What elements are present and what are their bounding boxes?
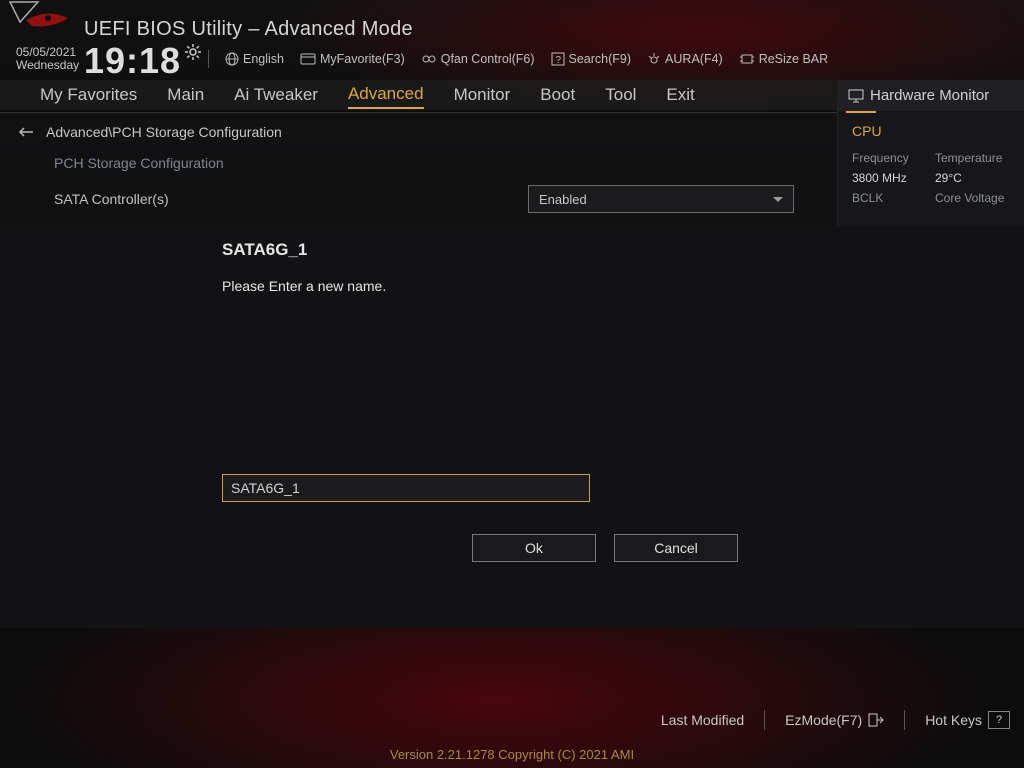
footer: Last Modified EzMode(F7) Hot Keys ? Vers… — [0, 698, 1024, 768]
modal-message: Please Enter a new name. — [222, 278, 802, 294]
divider — [904, 710, 905, 730]
header: UEFI BIOS Utility – Advanced Mode 05/05/… — [0, 0, 1024, 75]
rog-logo — [8, 0, 78, 45]
footer-links: Last Modified EzMode(F7) Hot Keys ? — [661, 710, 1010, 730]
hwmon-freq-value: 3800 MHz — [852, 171, 927, 185]
resizebar-label: ReSize BAR — [759, 52, 828, 66]
aura-button[interactable]: AURA(F4) — [647, 52, 723, 66]
date-block: 05/05/2021 Wednesday — [16, 46, 79, 72]
aura-label: AURA(F4) — [665, 52, 723, 66]
divider — [208, 50, 209, 68]
hotkeys-label: Hot Keys — [925, 712, 982, 728]
rename-input[interactable] — [222, 474, 590, 502]
version-text: Version 2.21.1278 Copyright (C) 2021 AMI — [0, 747, 1024, 762]
resizebar-button[interactable]: ReSize BAR — [739, 52, 828, 66]
gear-icon[interactable] — [185, 44, 201, 63]
search-label: Search(F9) — [569, 52, 632, 66]
qfan-label: Qfan Control(F6) — [441, 52, 535, 66]
tab-my-favorites[interactable]: My Favorites — [40, 82, 137, 108]
tab-ai-tweaker[interactable]: Ai Tweaker — [234, 82, 318, 108]
tab-boot[interactable]: Boot — [540, 82, 575, 108]
tab-tool[interactable]: Tool — [605, 82, 636, 108]
breadcrumb[interactable]: Advanced\PCH Storage Configuration — [0, 113, 838, 151]
myfavorite-label: MyFavorite(F3) — [320, 52, 405, 66]
rename-modal: SATA6G_1 Please Enter a new name. Ok Can… — [222, 240, 802, 562]
question-key-icon: ? — [988, 711, 1010, 729]
tab-advanced[interactable]: Advanced — [348, 81, 424, 109]
card-icon — [300, 53, 316, 65]
myfavorite-button[interactable]: MyFavorite(F3) — [300, 52, 405, 66]
last-modified-button[interactable]: Last Modified — [661, 712, 744, 728]
language-button[interactable]: English — [225, 52, 284, 66]
fan-icon — [421, 53, 437, 65]
clock: 19:18 — [84, 40, 181, 82]
top-toolbar: English MyFavorite(F3) Qfan Control(F6) … — [208, 50, 828, 68]
hwmon-bclk-label: BCLK — [852, 191, 927, 205]
bios-title: UEFI BIOS Utility – Advanced Mode — [84, 18, 413, 41]
modal-title: SATA6G_1 — [222, 240, 802, 260]
qfan-button[interactable]: Qfan Control(F6) — [421, 52, 535, 66]
cancel-button[interactable]: Cancel — [614, 534, 738, 562]
tab-exit[interactable]: Exit — [666, 82, 694, 108]
setting-label: SATA Controller(s) — [54, 191, 169, 207]
svg-text:?: ? — [555, 55, 561, 66]
breadcrumb-text: Advanced\PCH Storage Configuration — [46, 124, 282, 140]
ok-button[interactable]: Ok — [472, 534, 596, 562]
clock-block: 19:18 — [84, 40, 201, 82]
hwmon-freq-label: Frequency — [852, 151, 927, 165]
hwmon-temp-label: Temperature — [935, 151, 1010, 165]
sata-controller-dropdown[interactable]: Enabled — [528, 185, 794, 213]
chevron-down-icon — [773, 197, 783, 202]
chip-icon — [739, 53, 755, 65]
main-tabs: My Favorites Main Ai Tweaker Advanced Mo… — [0, 80, 838, 110]
ezmode-button[interactable]: EzMode(F7) — [785, 712, 884, 728]
hwmon-cpu-heading: CPU — [838, 113, 1024, 143]
last-modified-label: Last Modified — [661, 712, 744, 728]
hotkeys-button[interactable]: Hot Keys ? — [925, 711, 1010, 729]
hwmon-grid: Frequency Temperature 3800 MHz 29°C BCLK… — [838, 143, 1024, 213]
question-icon: ? — [551, 52, 565, 66]
exit-icon — [868, 713, 884, 727]
back-arrow-icon[interactable] — [18, 126, 34, 138]
hwmon-title-row: Hardware Monitor — [838, 80, 1024, 111]
tab-monitor[interactable]: Monitor — [454, 82, 511, 108]
weekday: Wednesday — [16, 59, 79, 72]
aura-icon — [647, 52, 661, 66]
search-button[interactable]: ? Search(F9) — [551, 52, 632, 66]
hwmon-temp-value: 29°C — [935, 171, 1010, 185]
globe-icon — [225, 52, 239, 66]
section-heading: PCH Storage Configuration — [0, 151, 838, 175]
setting-row-sata-controller: SATA Controller(s) Enabled — [0, 175, 838, 223]
divider — [764, 710, 765, 730]
monitor-icon — [848, 89, 864, 103]
tab-main[interactable]: Main — [167, 82, 204, 108]
hwmon-corev-label: Core Voltage — [935, 191, 1010, 205]
language-label: English — [243, 52, 284, 66]
ezmode-label: EzMode(F7) — [785, 712, 862, 728]
dropdown-value: Enabled — [539, 192, 587, 207]
hwmon-title: Hardware Monitor — [870, 87, 989, 104]
modal-button-row: Ok Cancel — [472, 534, 802, 562]
